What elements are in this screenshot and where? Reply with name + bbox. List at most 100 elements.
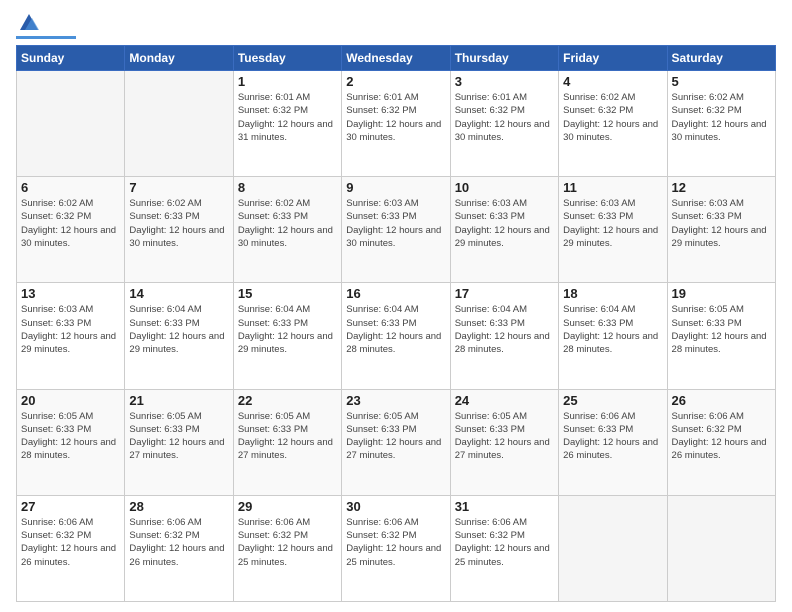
calendar-cell: 21Sunrise: 6:05 AMSunset: 6:33 PMDayligh…	[125, 389, 233, 495]
calendar-header-row: SundayMondayTuesdayWednesdayThursdayFrid…	[17, 46, 776, 71]
calendar-cell: 7 Sunrise: 6:02 AMSunset: 6:33 PMDaylight…	[125, 177, 233, 283]
day-info: Sunrise: 6:06 AMSunset: 6:32 PMDaylight:…	[672, 410, 771, 463]
day-number: 16	[346, 286, 445, 301]
logo	[16, 12, 76, 39]
calendar-cell: 28 Sunrise: 6:06 AMSunset: 6:32 PMDayligh…	[125, 495, 233, 601]
day-info: Sunrise: 6:04 AMSunset: 6:33 PMDaylight:…	[346, 303, 445, 356]
calendar-cell: 18 Sunrise: 6:04 AMSunset: 6:33 PMDayligh…	[559, 283, 667, 389]
calendar-week-row: 6 Sunrise: 6:02 AMSunset: 6:32 PMDaylight…	[17, 177, 776, 283]
col-header-wednesday: Wednesday	[342, 46, 450, 71]
day-number: 22	[238, 393, 337, 408]
calendar-cell: 3Sunrise: 6:01 AMSunset: 6:32 PMDaylight…	[450, 71, 558, 177]
day-number: 1	[238, 74, 337, 89]
day-info: Sunrise: 6:03 AMSunset: 6:33 PMDaylight:…	[672, 197, 771, 250]
header	[16, 12, 776, 39]
calendar-cell	[125, 71, 233, 177]
day-info: Sunrise: 6:02 AMSunset: 6:32 PMDaylight:…	[21, 197, 120, 250]
day-number: 10	[455, 180, 554, 195]
calendar-cell	[667, 495, 775, 601]
day-number: 18	[563, 286, 662, 301]
day-number: 19	[672, 286, 771, 301]
day-number: 28	[129, 499, 228, 514]
col-header-tuesday: Tuesday	[233, 46, 341, 71]
calendar-cell: 17 Sunrise: 6:04 AMSunset: 6:33 PMDayligh…	[450, 283, 558, 389]
day-info: Sunrise: 6:02 AMSunset: 6:32 PMDaylight:…	[563, 91, 662, 144]
day-number: 4	[563, 74, 662, 89]
day-info: Sunrise: 6:01 AMSunset: 6:32 PMDaylight:…	[346, 91, 445, 144]
day-info: Sunrise: 6:01 AMSunset: 6:32 PMDaylight:…	[455, 91, 554, 144]
day-info: Sunrise: 6:03 AMSunset: 6:33 PMDaylight:…	[346, 197, 445, 250]
calendar-cell: 11 Sunrise: 6:03 AMSunset: 6:33 PMDayligh…	[559, 177, 667, 283]
day-info: Sunrise: 6:05 AMSunset: 6:33 PMDaylight:…	[455, 410, 554, 463]
calendar-cell: 12 Sunrise: 6:03 AMSunset: 6:33 PMDayligh…	[667, 177, 775, 283]
calendar-week-row: 1 Sunrise: 6:01 AMSunset: 6:32 PMDaylight…	[17, 71, 776, 177]
day-info: Sunrise: 6:03 AMSunset: 6:33 PMDaylight:…	[21, 303, 120, 356]
day-info: Sunrise: 6:06 AMSunset: 6:33 PMDaylight:…	[563, 410, 662, 463]
day-number: 24	[455, 393, 554, 408]
calendar-week-row: 20Sunrise: 6:05 AMSunset: 6:33 PMDayligh…	[17, 389, 776, 495]
calendar-cell: 22Sunrise: 6:05 AMSunset: 6:33 PMDayligh…	[233, 389, 341, 495]
day-info: Sunrise: 6:04 AMSunset: 6:33 PMDaylight:…	[563, 303, 662, 356]
day-number: 14	[129, 286, 228, 301]
day-info: Sunrise: 6:04 AMSunset: 6:33 PMDaylight:…	[129, 303, 228, 356]
day-number: 30	[346, 499, 445, 514]
day-info: Sunrise: 6:06 AMSunset: 6:32 PMDaylight:…	[238, 516, 337, 569]
calendar-cell	[17, 71, 125, 177]
day-number: 15	[238, 286, 337, 301]
calendar-cell: 31 Sunrise: 6:06 AMSunset: 6:32 PMDayligh…	[450, 495, 558, 601]
day-info: Sunrise: 6:06 AMSunset: 6:32 PMDaylight:…	[346, 516, 445, 569]
day-info: Sunrise: 6:05 AMSunset: 6:33 PMDaylight:…	[346, 410, 445, 463]
day-info: Sunrise: 6:02 AMSunset: 6:32 PMDaylight:…	[672, 91, 771, 144]
day-number: 11	[563, 180, 662, 195]
day-number: 13	[21, 286, 120, 301]
calendar-cell: 25 Sunrise: 6:06 AMSunset: 6:33 PMDayligh…	[559, 389, 667, 495]
calendar-cell: 16 Sunrise: 6:04 AMSunset: 6:33 PMDayligh…	[342, 283, 450, 389]
calendar-cell: 30 Sunrise: 6:06 AMSunset: 6:32 PMDayligh…	[342, 495, 450, 601]
day-number: 17	[455, 286, 554, 301]
col-header-thursday: Thursday	[450, 46, 558, 71]
calendar-cell: 27Sunrise: 6:06 AMSunset: 6:32 PMDayligh…	[17, 495, 125, 601]
calendar-cell	[559, 495, 667, 601]
day-info: Sunrise: 6:05 AMSunset: 6:33 PMDaylight:…	[672, 303, 771, 356]
day-info: Sunrise: 6:02 AMSunset: 6:33 PMDaylight:…	[129, 197, 228, 250]
day-info: Sunrise: 6:01 AMSunset: 6:32 PMDaylight:…	[238, 91, 337, 144]
day-info: Sunrise: 6:04 AMSunset: 6:33 PMDaylight:…	[238, 303, 337, 356]
day-number: 25	[563, 393, 662, 408]
day-info: Sunrise: 6:06 AMSunset: 6:32 PMDaylight:…	[129, 516, 228, 569]
calendar-cell: 10 Sunrise: 6:03 AMSunset: 6:33 PMDayligh…	[450, 177, 558, 283]
calendar-week-row: 27Sunrise: 6:06 AMSunset: 6:32 PMDayligh…	[17, 495, 776, 601]
day-number: 23	[346, 393, 445, 408]
day-number: 8	[238, 180, 337, 195]
col-header-monday: Monday	[125, 46, 233, 71]
day-info: Sunrise: 6:05 AMSunset: 6:33 PMDaylight:…	[129, 410, 228, 463]
day-number: 2	[346, 74, 445, 89]
calendar-cell: 26Sunrise: 6:06 AMSunset: 6:32 PMDayligh…	[667, 389, 775, 495]
day-number: 6	[21, 180, 120, 195]
calendar-cell: 9 Sunrise: 6:03 AMSunset: 6:33 PMDaylight…	[342, 177, 450, 283]
day-number: 7	[129, 180, 228, 195]
day-number: 9	[346, 180, 445, 195]
day-number: 31	[455, 499, 554, 514]
calendar-cell: 6 Sunrise: 6:02 AMSunset: 6:32 PMDaylight…	[17, 177, 125, 283]
day-number: 5	[672, 74, 771, 89]
day-info: Sunrise: 6:04 AMSunset: 6:33 PMDaylight:…	[455, 303, 554, 356]
page: SundayMondayTuesdayWednesdayThursdayFrid…	[0, 0, 792, 612]
calendar-cell: 24 Sunrise: 6:05 AMSunset: 6:33 PMDayligh…	[450, 389, 558, 495]
day-info: Sunrise: 6:03 AMSunset: 6:33 PMDaylight:…	[455, 197, 554, 250]
calendar-cell: 8 Sunrise: 6:02 AMSunset: 6:33 PMDaylight…	[233, 177, 341, 283]
calendar-cell: 23 Sunrise: 6:05 AMSunset: 6:33 PMDayligh…	[342, 389, 450, 495]
calendar-cell: 4 Sunrise: 6:02 AMSunset: 6:32 PMDaylight…	[559, 71, 667, 177]
day-info: Sunrise: 6:06 AMSunset: 6:32 PMDaylight:…	[455, 516, 554, 569]
day-info: Sunrise: 6:02 AMSunset: 6:33 PMDaylight:…	[238, 197, 337, 250]
day-number: 12	[672, 180, 771, 195]
logo-icon	[18, 12, 40, 34]
calendar-cell: 14 Sunrise: 6:04 AMSunset: 6:33 PMDayligh…	[125, 283, 233, 389]
calendar-cell: 29 Sunrise: 6:06 AMSunset: 6:32 PMDayligh…	[233, 495, 341, 601]
day-info: Sunrise: 6:03 AMSunset: 6:33 PMDaylight:…	[563, 197, 662, 250]
calendar-cell: 13 Sunrise: 6:03 AMSunset: 6:33 PMDayligh…	[17, 283, 125, 389]
calendar-table: SundayMondayTuesdayWednesdayThursdayFrid…	[16, 45, 776, 602]
calendar-cell: 2 Sunrise: 6:01 AMSunset: 6:32 PMDaylight…	[342, 71, 450, 177]
day-number: 29	[238, 499, 337, 514]
col-header-saturday: Saturday	[667, 46, 775, 71]
day-info: Sunrise: 6:06 AMSunset: 6:32 PMDaylight:…	[21, 516, 120, 569]
